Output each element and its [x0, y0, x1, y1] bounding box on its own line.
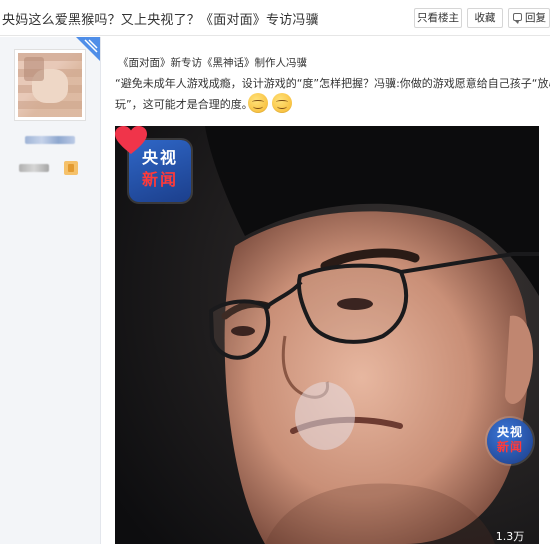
cctv-news-avatar[interactable]: 央视 新闻: [487, 418, 533, 464]
author-name[interactable]: [25, 136, 75, 144]
video-player[interactable]: 央视 新闻 央视 新闻 1.3万: [115, 126, 539, 544]
post-text-line-1: “避免未成年人游戏成瘾，设计游戏的“度”怎样把握？冯骥:你做的游戏愿意给自己孩子…: [115, 77, 550, 90]
thread-title: 央妈这么爱黑猴吗？又上央视了？《面对面》专访冯骥: [2, 13, 319, 28]
reply-label: 回复: [525, 12, 546, 24]
thread-header: 央妈这么爱黑猴吗？又上央视了？《面对面》专访冯骥 只看楼主 收藏 回复: [0, 0, 550, 36]
favorite-button[interactable]: 收藏: [467, 8, 503, 28]
avatar-image: [18, 53, 82, 117]
louzhu-corner-icon: [76, 37, 100, 61]
reply-button[interactable]: 回复: [508, 8, 550, 28]
author-level: [19, 164, 49, 172]
reply-icon: [513, 13, 522, 24]
only-author-button[interactable]: 只看楼主: [414, 8, 462, 28]
post-source: 《面对面》新专访《黑神话》制作人冯骥: [118, 57, 307, 69]
like-count: 1.3万: [495, 530, 525, 543]
smile-icon: [248, 93, 268, 113]
post-text-line-2: 玩”，这可能才是合理的度。”: [115, 98, 253, 111]
author-sidebar: [0, 37, 101, 544]
smile-icon: [272, 93, 292, 113]
level-badge-icon: [64, 161, 78, 175]
heart-icon[interactable]: [115, 126, 147, 156]
